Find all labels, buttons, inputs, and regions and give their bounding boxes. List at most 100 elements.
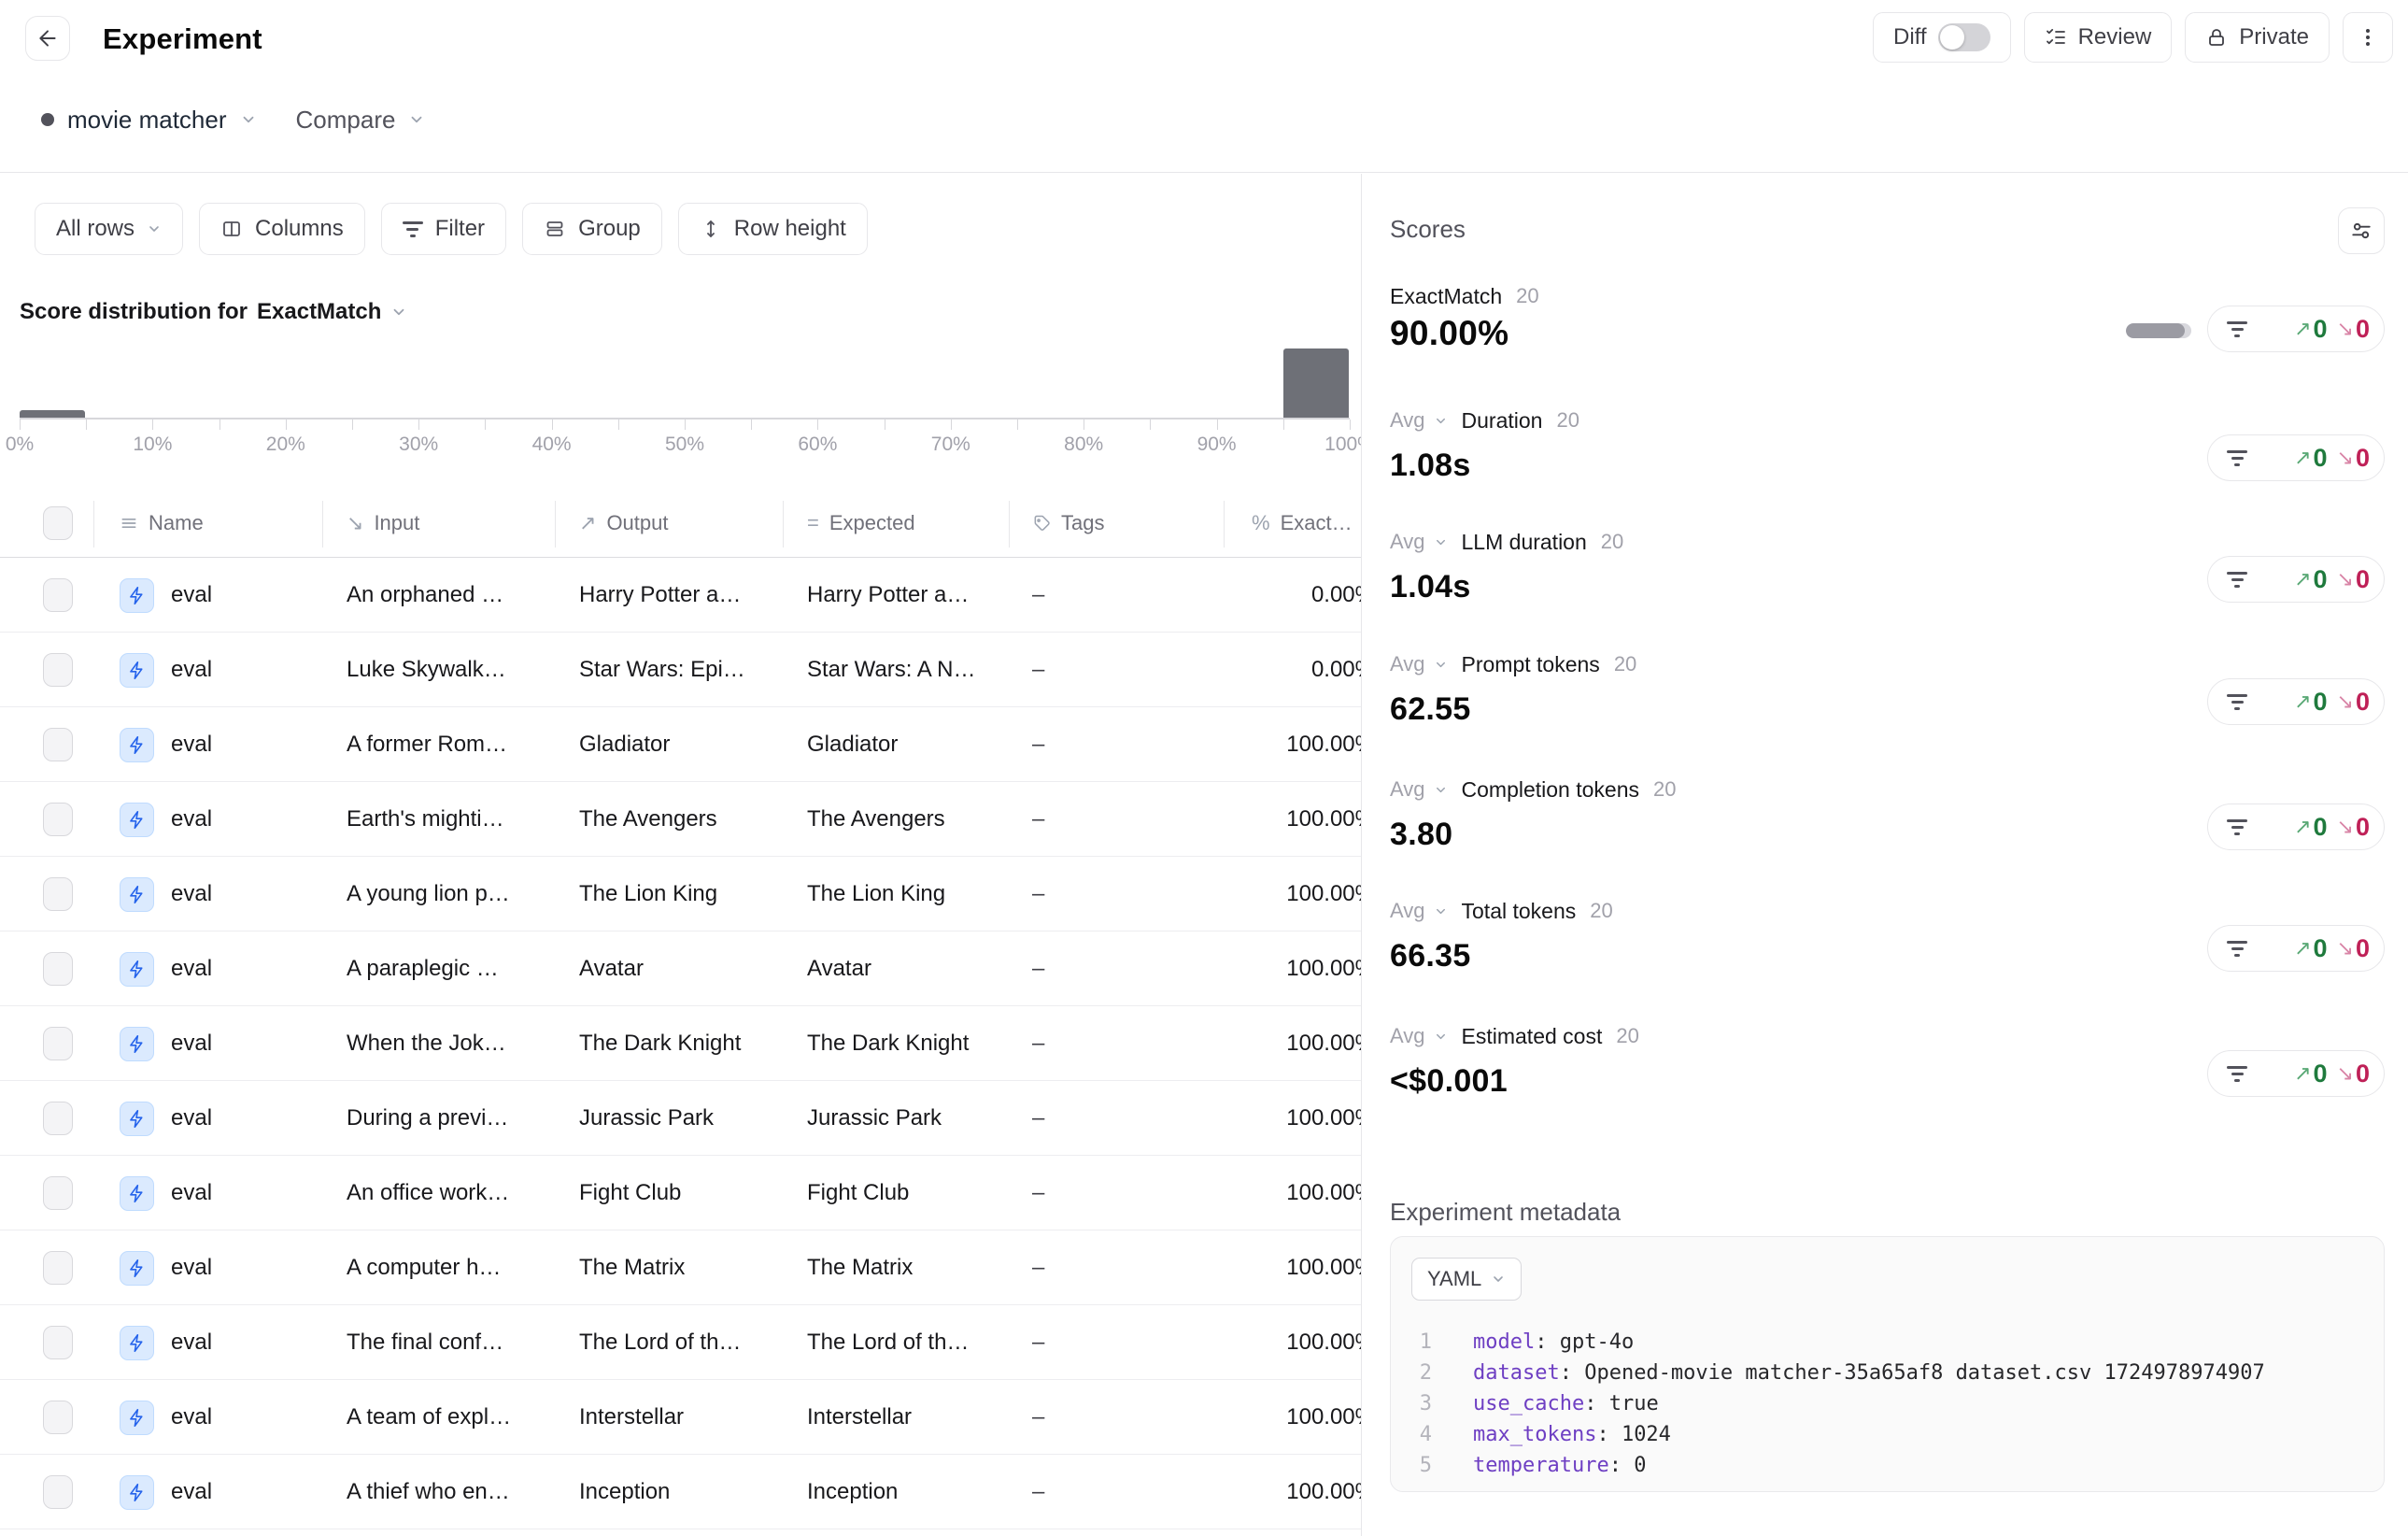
improvements-count: 0 bbox=[2314, 934, 2328, 963]
row-checkbox[interactable] bbox=[43, 1401, 73, 1434]
diff-label: Diff bbox=[1893, 24, 1927, 50]
eval-zap-icon bbox=[120, 1401, 154, 1435]
experiment-name-dropdown[interactable]: movie matcher bbox=[67, 106, 227, 135]
aggregation-dropdown[interactable]: Avg bbox=[1390, 530, 1425, 554]
table-row[interactable]: eval A thief who en… Inception Inception… bbox=[0, 1455, 1362, 1529]
table-row[interactable]: eval A former Rom… Gladiator Gladiator –… bbox=[0, 707, 1362, 782]
aggregation-dropdown[interactable]: Avg bbox=[1390, 899, 1425, 923]
metric-filter-pill[interactable]: ↗0 ↘0 bbox=[2207, 434, 2385, 481]
metric-filter-pill[interactable]: ↗0 ↘0 bbox=[2207, 678, 2385, 725]
aggregation-dropdown[interactable]: Avg bbox=[1390, 1024, 1425, 1048]
row-tags: – bbox=[1032, 857, 1044, 932]
row-output: Fight Club bbox=[579, 1156, 681, 1230]
metric-filter-pill[interactable]: ↗0 ↘0 bbox=[2207, 925, 2385, 972]
metric-count: 20 bbox=[1614, 652, 1636, 676]
score-distribution-histogram bbox=[20, 348, 1350, 418]
row-checkbox[interactable] bbox=[43, 1027, 73, 1060]
column-header-exactmatch[interactable]: % ExactMatch bbox=[1252, 495, 1356, 551]
metric-filter-pill[interactable]: ↗0 ↘0 bbox=[2207, 556, 2385, 603]
select-all-checkbox[interactable] bbox=[43, 506, 73, 540]
row-tags: – bbox=[1032, 633, 1044, 707]
regressions-count: 0 bbox=[2356, 688, 2370, 717]
table-row[interactable]: eval The final conf… The Lord of th… The… bbox=[0, 1305, 1362, 1380]
group-button[interactable]: Group bbox=[522, 203, 662, 255]
row-checkbox[interactable] bbox=[43, 1176, 73, 1210]
code-line: 3 use_cache: true bbox=[1391, 1388, 2384, 1419]
scores-settings-button[interactable] bbox=[2338, 207, 2385, 254]
table-toolbar: All rows Columns Filter Group Row height bbox=[35, 203, 868, 255]
row-checkbox[interactable] bbox=[43, 952, 73, 986]
aggregation-dropdown[interactable]: Avg bbox=[1390, 408, 1425, 433]
row-output: The Matrix bbox=[579, 1230, 685, 1305]
row-tags: – bbox=[1032, 558, 1044, 633]
metadata-format-dropdown[interactable]: YAML bbox=[1411, 1258, 1522, 1301]
row-height-button[interactable]: Row height bbox=[678, 203, 868, 255]
table-row[interactable]: eval During a previ… Jurassic Park Juras… bbox=[0, 1081, 1362, 1156]
filter-button[interactable]: Filter bbox=[381, 203, 506, 255]
table-row[interactable]: eval A young lion p… The Lion King The L… bbox=[0, 857, 1362, 932]
row-input: When the Jok… bbox=[347, 1006, 506, 1081]
yaml-value: : gpt-4o bbox=[1535, 1330, 1634, 1354]
row-checkbox[interactable] bbox=[43, 1102, 73, 1135]
table-row[interactable]: eval A team of expl… Interstellar Inters… bbox=[0, 1380, 1362, 1455]
improvements-count: 0 bbox=[2314, 565, 2328, 594]
table-row[interactable]: eval Earth's mighti… The Avengers The Av… bbox=[0, 782, 1362, 857]
column-header-output[interactable]: ↗ Output bbox=[579, 495, 668, 551]
row-checkbox[interactable] bbox=[43, 653, 73, 687]
x-tick-label: 90% bbox=[1175, 434, 1259, 456]
column-header-tags[interactable]: Tags bbox=[1032, 495, 1104, 551]
table-row[interactable]: eval A computer h… The Matrix The Matrix… bbox=[0, 1230, 1362, 1305]
row-expected: Star Wars: A N… bbox=[807, 633, 975, 707]
row-checkbox[interactable] bbox=[43, 728, 73, 761]
aggregation-dropdown[interactable]: Avg bbox=[1390, 777, 1425, 802]
arrow-down-right-icon: ↘ bbox=[347, 511, 363, 535]
metric-filter-pill[interactable]: ↗0 ↘0 bbox=[2207, 1050, 2385, 1097]
private-button[interactable]: Private bbox=[2185, 12, 2330, 63]
row-output: Gladiator bbox=[579, 707, 670, 782]
table-row[interactable]: eval An orphaned … Harry Potter a… Harry… bbox=[0, 558, 1362, 633]
row-checkbox[interactable] bbox=[43, 1326, 73, 1359]
column-header-expected[interactable]: = Expected bbox=[807, 495, 915, 551]
line-number: 5 bbox=[1391, 1450, 1432, 1481]
code-line: 2 dataset: Opened-movie matcher-35a65af8… bbox=[1391, 1358, 2384, 1388]
regressions-arrow-icon: ↘ bbox=[2337, 446, 2354, 470]
row-checkbox[interactable] bbox=[43, 1475, 73, 1509]
private-label: Private bbox=[2239, 24, 2309, 50]
table-row[interactable]: eval When the Jok… The Dark Knight The D… bbox=[0, 1006, 1362, 1081]
x-tick-label: 10% bbox=[110, 434, 194, 456]
row-input: During a previ… bbox=[347, 1081, 508, 1156]
eval-zap-icon bbox=[120, 1102, 154, 1136]
arrow-up-right-icon: ↗ bbox=[579, 511, 596, 535]
row-checkbox[interactable] bbox=[43, 803, 73, 836]
row-name: eval bbox=[171, 1031, 212, 1057]
compare-dropdown[interactable]: Compare bbox=[296, 106, 396, 135]
histogram-bar bbox=[20, 410, 85, 418]
row-checkbox[interactable] bbox=[43, 578, 73, 612]
back-button[interactable] bbox=[25, 16, 70, 61]
columns-button[interactable]: Columns bbox=[199, 203, 365, 255]
metric-filter-pill[interactable]: ↗0 ↘0 bbox=[2207, 804, 2385, 850]
column-header-name[interactable]: Name bbox=[120, 495, 204, 551]
diff-toggle-switch[interactable] bbox=[1938, 23, 1990, 51]
review-button[interactable]: Review bbox=[2024, 12, 2173, 63]
aggregation-dropdown[interactable]: Avg bbox=[1390, 652, 1425, 676]
eval-zap-icon bbox=[120, 1251, 154, 1286]
row-score: 100.00% bbox=[1224, 1455, 1362, 1529]
rows-filter-button[interactable]: All rows bbox=[35, 203, 183, 255]
row-expected: The Matrix bbox=[807, 1230, 913, 1305]
score-distribution-selector[interactable]: Score distribution for ExactMatch bbox=[20, 299, 407, 325]
row-input: An orphaned … bbox=[347, 558, 503, 633]
table-row[interactable]: eval An office work… Fight Club Fight Cl… bbox=[0, 1156, 1362, 1230]
row-expected: Jurassic Park bbox=[807, 1081, 942, 1156]
more-menu-button[interactable] bbox=[2343, 12, 2393, 63]
diff-toggle-button[interactable]: Diff bbox=[1873, 12, 2011, 63]
table-row[interactable]: eval Luke Skywalk… Star Wars: Epi… Star … bbox=[0, 633, 1362, 707]
row-checkbox[interactable] bbox=[43, 1251, 73, 1285]
score-filter-pill[interactable]: ↗0 ↘0 bbox=[2207, 306, 2385, 352]
x-tick-label: 20% bbox=[244, 434, 328, 456]
column-header-input[interactable]: ↘ Input bbox=[347, 495, 419, 551]
row-tags: – bbox=[1032, 1455, 1044, 1529]
table-row[interactable]: eval A paraplegic … Avatar Avatar – 100.… bbox=[0, 932, 1362, 1006]
row-expected: Gladiator bbox=[807, 707, 898, 782]
row-checkbox[interactable] bbox=[43, 877, 73, 911]
